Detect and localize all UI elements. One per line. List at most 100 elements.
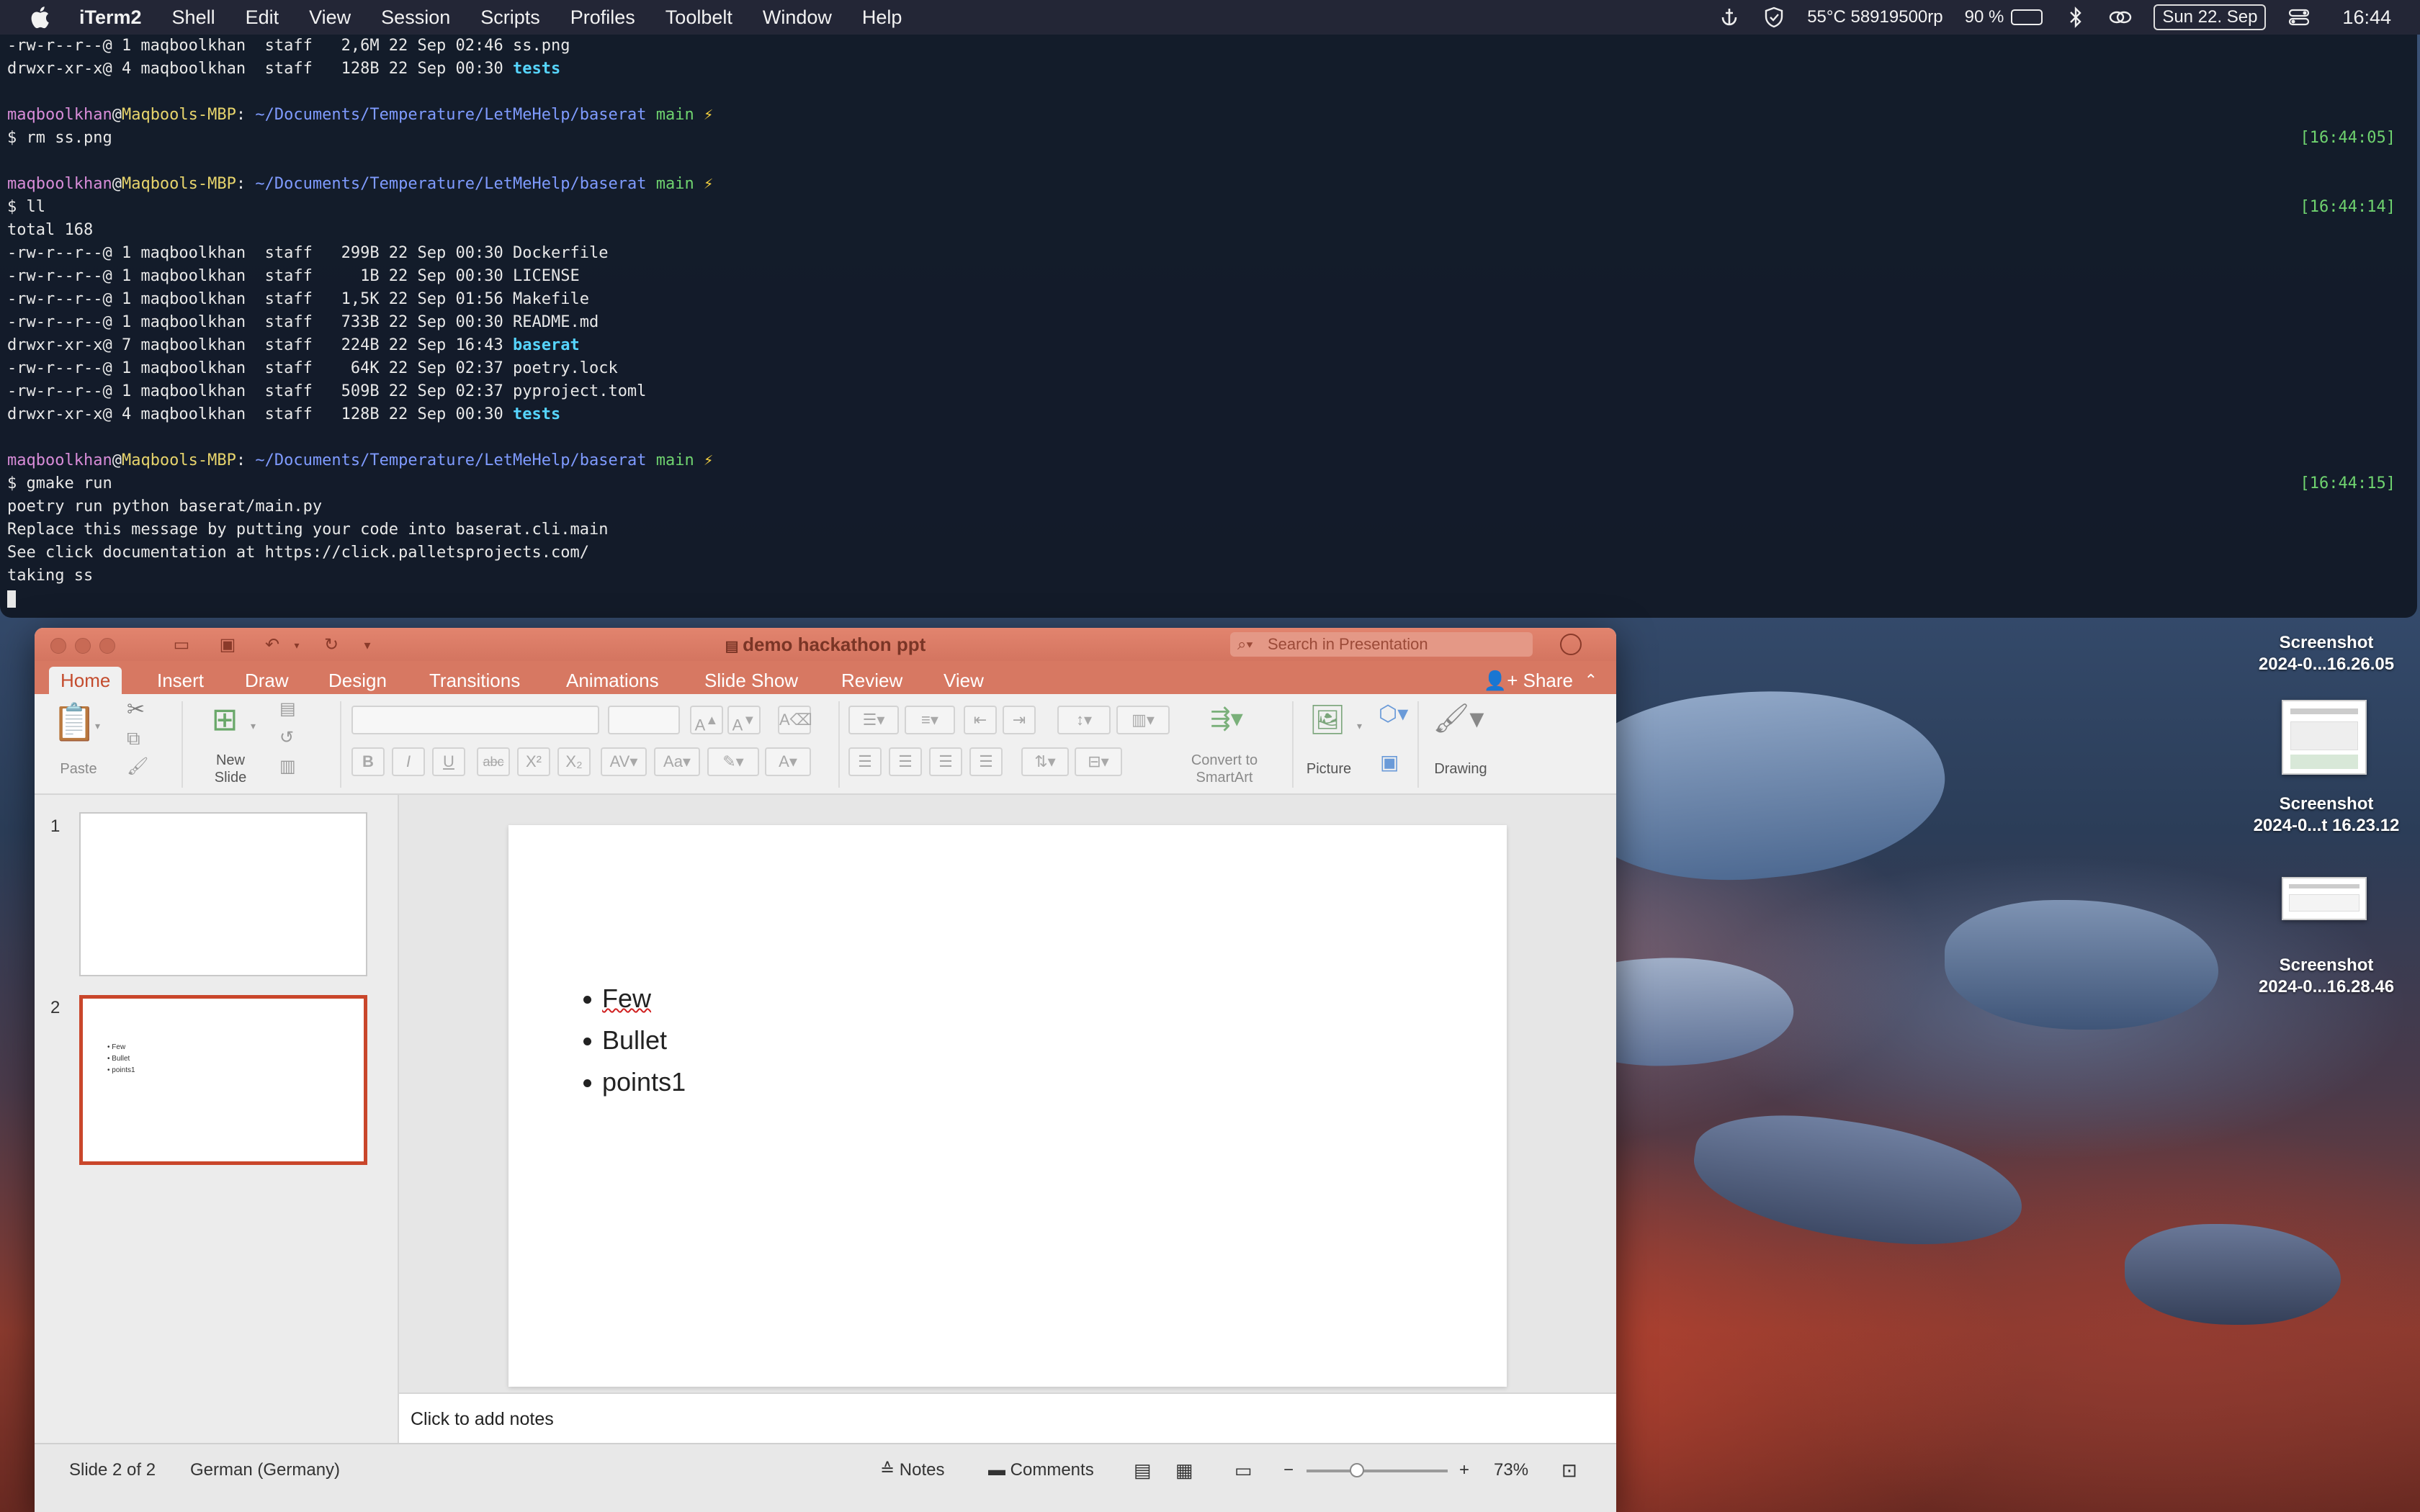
menu-scripts[interactable]: Scripts [480, 6, 540, 29]
increase-font-icon[interactable]: A▲ [690, 706, 723, 734]
columns-button[interactable]: ▥▾ [1116, 706, 1170, 734]
bullet-item[interactable]: Bullet [583, 1020, 686, 1061]
picture-icon[interactable]: 🖼 [1305, 703, 1350, 740]
tab-insert[interactable]: Insert [145, 667, 215, 694]
reset-icon[interactable]: ↺ [279, 727, 294, 748]
bullet-item[interactable]: points1 [583, 1061, 686, 1103]
screen-mirroring-icon[interactable] [2109, 6, 2132, 29]
menu-app-name[interactable]: iTerm2 [79, 6, 142, 29]
screenshot-thumbnail[interactable] [2282, 700, 2367, 775]
cut-icon[interactable]: ✂ [127, 697, 145, 722]
desktop-file-screenshot[interactable]: Screenshot 2024-0...t 16.23.12 [2233, 793, 2420, 837]
tab-animations[interactable]: Animations [555, 667, 671, 694]
temperature-status[interactable]: 55°C 58919500rp [1807, 7, 1942, 27]
line-spacing-button[interactable]: ↕▾ [1057, 706, 1111, 734]
zoom-slider[interactable] [1307, 1470, 1448, 1472]
menu-help[interactable]: Help [862, 6, 902, 29]
date-display[interactable]: Sun 22. Sep [2154, 4, 2267, 30]
zoom-level[interactable]: 73% [1494, 1459, 1528, 1482]
tab-home[interactable]: Home [49, 667, 122, 694]
section-icon[interactable]: ▥ [279, 756, 296, 777]
menu-window[interactable]: Window [763, 6, 832, 29]
presenter-view-icon[interactable]: ▭ [1234, 1459, 1252, 1482]
text-direction-button[interactable]: ⇅▾ [1021, 747, 1069, 776]
paste-dropdown-icon[interactable]: ▾ [95, 720, 100, 732]
subscript-button[interactable]: X₂ [557, 747, 591, 776]
shapes-icon[interactable]: ⬡▾ [1379, 701, 1408, 726]
zoom-in-icon[interactable]: + [1459, 1459, 1469, 1482]
bold-button[interactable]: B [351, 747, 385, 776]
clear-format-icon[interactable]: A⌫ [778, 706, 812, 734]
slide-sorter-icon[interactable]: ▦ [1175, 1459, 1193, 1482]
new-slide-icon[interactable]: ⊞ [203, 701, 246, 742]
smartart-icon[interactable]: ⇶▾ [1201, 704, 1252, 733]
comments-button[interactable]: ▬ Comments [988, 1459, 1094, 1482]
language-status[interactable]: German (Germany) [190, 1459, 340, 1482]
share-button[interactable]: 👤+ Share [1484, 667, 1573, 694]
desktop-file-screenshot[interactable]: Screenshot 2024-0...16.28.46 [2233, 955, 2420, 998]
bullet-text[interactable]: points1 [602, 1067, 686, 1097]
picture-dropdown-icon[interactable]: ▾ [1357, 720, 1362, 732]
numbering-button[interactable]: ≡▾ [905, 706, 955, 734]
control-center-icon[interactable] [2287, 6, 2311, 29]
align-left-button[interactable]: ☰ [848, 747, 882, 776]
menu-view[interactable]: View [309, 6, 351, 29]
feedback-smiley-icon[interactable] [1560, 634, 1582, 655]
apple-menu-icon[interactable] [29, 6, 50, 29]
clock[interactable]: 16:44 [2342, 6, 2391, 29]
terminal-window[interactable]: -rw-r--r--@ 1 maqboolkhan staff 2,6M 22 … [0, 35, 2417, 618]
zoom-slider-knob[interactable] [1350, 1463, 1364, 1477]
current-slide[interactable]: Few Bullet points1 [508, 825, 1507, 1387]
menu-session[interactable]: Session [381, 6, 450, 29]
tab-transitions[interactable]: Transitions [418, 667, 532, 694]
underline-button[interactable]: U [432, 747, 465, 776]
align-right-button[interactable]: ☰ [929, 747, 962, 776]
italic-button[interactable]: I [392, 747, 425, 776]
format-painter-icon[interactable]: 🖌 [127, 756, 148, 777]
slide-thumbnail-2[interactable]: • Few • Bullet • points1 [79, 995, 367, 1165]
tab-slide-show[interactable]: Slide Show [693, 667, 810, 694]
highlight-color-button[interactable]: ✎▾ [707, 747, 759, 776]
new-slide-dropdown-icon[interactable]: ▾ [251, 720, 256, 732]
notes-button[interactable]: ≙ Notes [880, 1459, 944, 1482]
justify-button[interactable]: ☰ [969, 747, 1003, 776]
collapse-ribbon-icon[interactable]: ⌃ [1585, 667, 1597, 694]
superscript-button[interactable]: X² [517, 747, 550, 776]
zoom-out-icon[interactable]: − [1283, 1459, 1294, 1482]
notes-field[interactable]: Click to add notes [399, 1392, 1616, 1443]
tab-review[interactable]: Review [830, 667, 914, 694]
align-center-button[interactable]: ☰ [889, 747, 922, 776]
layout-icon[interactable]: ▤ [279, 698, 296, 719]
font-family-select[interactable] [351, 706, 599, 734]
font-size-select[interactable] [608, 706, 680, 734]
menu-profiles[interactable]: Profiles [570, 6, 635, 29]
menu-toolbelt[interactable]: Toolbelt [666, 6, 732, 29]
increase-indent-button[interactable]: ⇥ [1003, 706, 1036, 734]
menu-edit[interactable]: Edit [246, 6, 279, 29]
screenshot-thumbnail[interactable] [2282, 877, 2367, 920]
slide-thumbnail-1[interactable] [79, 812, 367, 976]
paste-icon[interactable]: 📋 [52, 701, 97, 747]
bullet-text[interactable]: Bullet [602, 1025, 667, 1055]
bluetooth-icon[interactable] [2064, 6, 2087, 29]
strikethrough-button[interactable]: abc [477, 747, 510, 776]
font-color-button[interactable]: A▾ [765, 747, 811, 776]
change-case-button[interactable]: Aa▾ [654, 747, 700, 776]
copy-icon[interactable]: ⧉ [127, 727, 140, 750]
anchor-icon[interactable] [1718, 6, 1741, 29]
bullet-item[interactable]: Few [583, 978, 686, 1020]
slide-bullet-list[interactable]: Few Bullet points1 [583, 978, 686, 1103]
fit-to-window-icon[interactable]: ⊡ [1561, 1459, 1577, 1482]
align-text-button[interactable]: ⊟▾ [1075, 747, 1122, 776]
decrease-indent-button[interactable]: ⇤ [964, 706, 997, 734]
search-input[interactable]: ⌕▾ Search in Presentation [1230, 632, 1533, 657]
decrease-font-icon[interactable]: A▼ [727, 706, 761, 734]
character-spacing-button[interactable]: AV▾ [601, 747, 647, 776]
desktop-file-screenshot[interactable]: Screenshot 2024-0...16.26.05 [2233, 632, 2420, 675]
tab-design[interactable]: Design [317, 667, 398, 694]
normal-view-icon[interactable]: ▤ [1134, 1459, 1152, 1482]
shield-check-icon[interactable] [1762, 6, 1785, 29]
bullets-button[interactable]: ☰▾ [848, 706, 899, 734]
text-box-icon[interactable]: ▣ [1380, 750, 1399, 774]
menu-shell[interactable]: Shell [172, 6, 215, 29]
